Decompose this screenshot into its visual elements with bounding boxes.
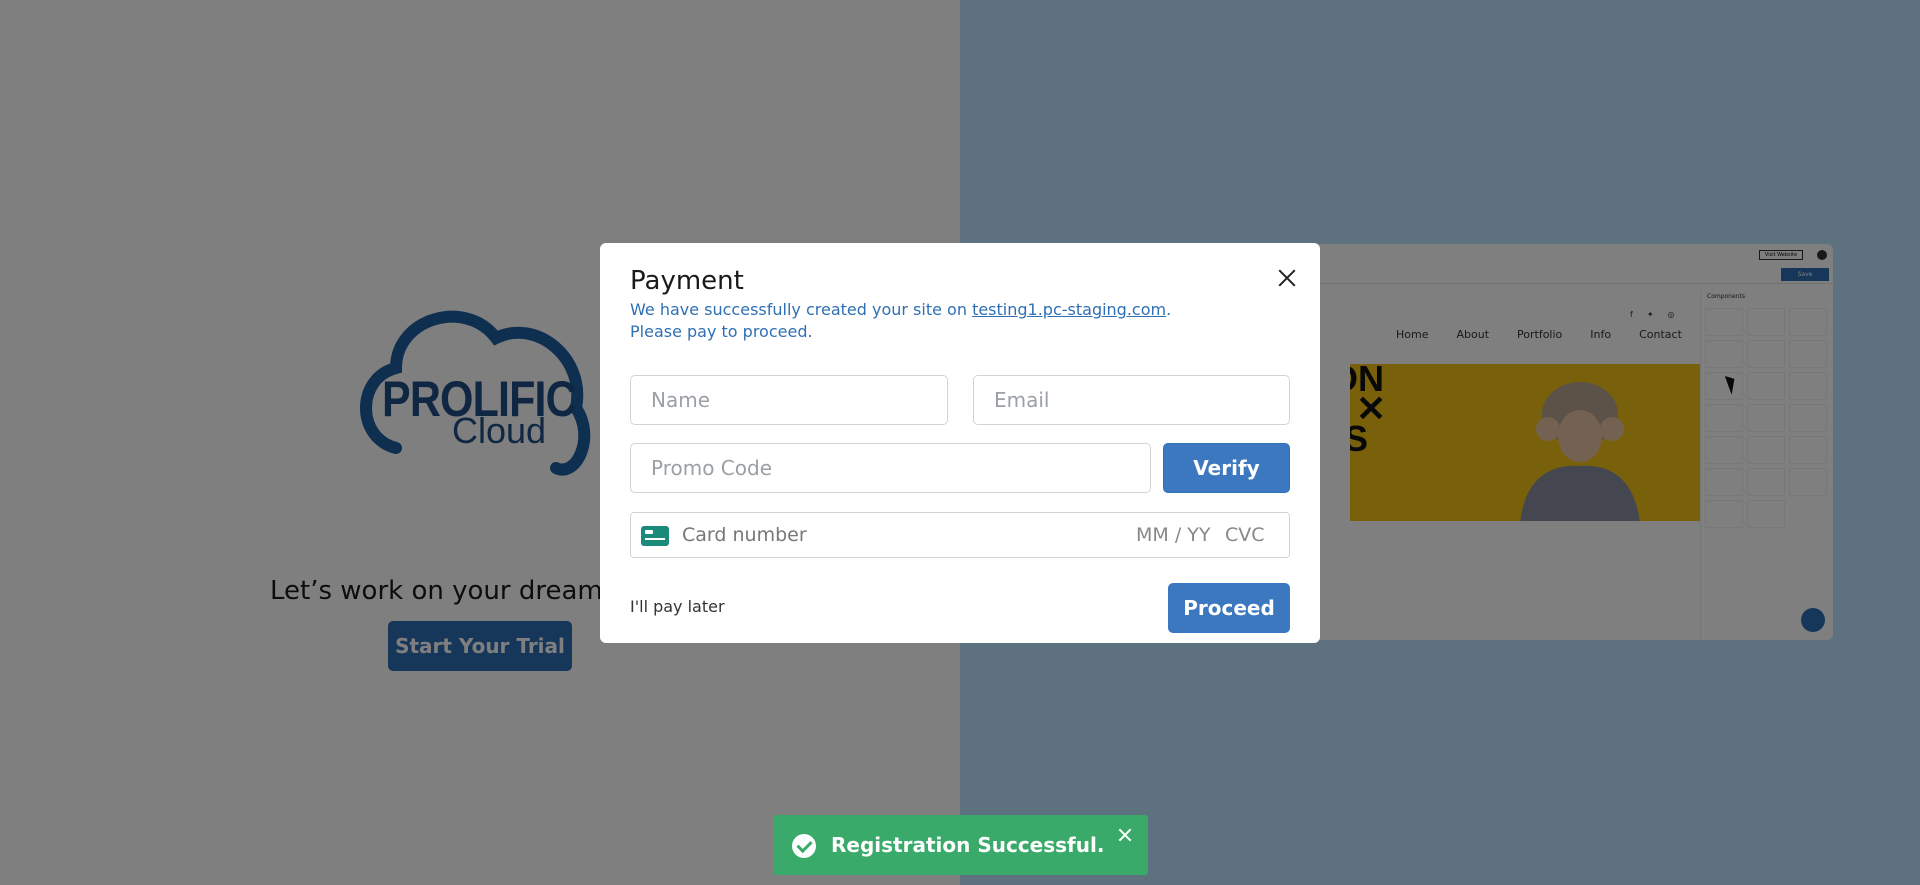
- toast-message: Registration Successful.: [831, 833, 1105, 857]
- credit-card-icon: [641, 526, 669, 546]
- email-input[interactable]: [973, 375, 1290, 425]
- card-expiry-field[interactable]: MM / YY: [1136, 524, 1210, 546]
- success-toast: Registration Successful.: [773, 815, 1148, 875]
- proceed-button[interactable]: Proceed: [1168, 583, 1290, 633]
- toast-close-icon[interactable]: [1117, 827, 1133, 843]
- promo-code-input[interactable]: [630, 443, 1151, 493]
- site-link[interactable]: testing1.pc-staging.com: [972, 300, 1166, 319]
- message-suffix: .: [1166, 300, 1172, 319]
- payment-modal: Payment We have successfully created you…: [600, 243, 1320, 643]
- close-icon[interactable]: [1272, 263, 1302, 293]
- payment-message: We have successfully created your site o…: [630, 299, 1290, 343]
- verify-button[interactable]: Verify: [1163, 443, 1290, 493]
- pay-later-link[interactable]: I'll pay later: [630, 597, 725, 616]
- message-prefix: We have successfully created your site o…: [630, 300, 973, 319]
- modal-title: Payment: [630, 266, 744, 296]
- card-cvc-field[interactable]: CVC: [1225, 524, 1265, 546]
- card-number-field[interactable]: Card number: [682, 524, 807, 546]
- name-input[interactable]: [630, 375, 948, 425]
- check-circle-icon: [792, 834, 816, 858]
- message-line2: Please pay to proceed.: [630, 322, 813, 341]
- card-input[interactable]: Card number MM / YY CVC: [630, 512, 1290, 558]
